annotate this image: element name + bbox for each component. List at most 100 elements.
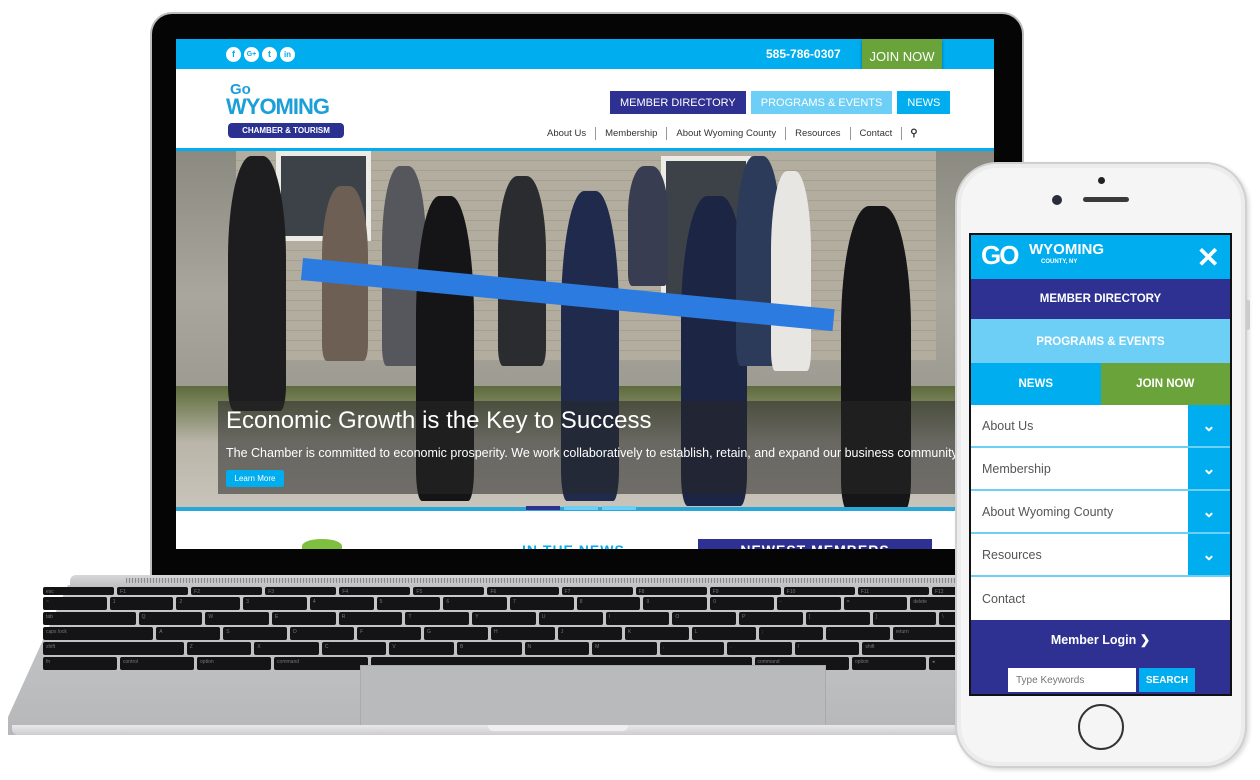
keyboard-key[interactable]: W bbox=[205, 612, 270, 625]
nav-contact[interactable]: Contact bbox=[851, 127, 903, 140]
keyboard-key[interactable]: 3 bbox=[243, 597, 307, 610]
keyboard-key[interactable]: B bbox=[456, 642, 522, 655]
keyboard-key[interactable]: - bbox=[776, 597, 841, 610]
nav-resources[interactable]: Resources bbox=[786, 127, 851, 140]
keyboard-key[interactable]: O bbox=[672, 612, 737, 625]
programs-events-button[interactable]: PROGRAMS & EVENTS bbox=[750, 91, 893, 114]
keyboard-key[interactable]: G bbox=[424, 627, 488, 640]
chevron-down-icon[interactable]: ⌄ bbox=[1188, 448, 1230, 489]
nav-about-us[interactable]: About Us bbox=[538, 127, 597, 140]
keyboard-key[interactable]: P bbox=[739, 612, 803, 625]
keyboard-key[interactable]: option bbox=[197, 657, 272, 670]
keyboard-key[interactable]: V bbox=[389, 642, 454, 655]
mobile-search-input[interactable] bbox=[1008, 668, 1136, 692]
mobile-logo-wyoming[interactable]: WYOMING bbox=[1029, 241, 1104, 258]
keyboard-key[interactable]: F bbox=[357, 627, 422, 640]
keyboard-key[interactable]: Y bbox=[472, 612, 536, 625]
keyboard-key[interactable]: U bbox=[538, 612, 603, 625]
keyboard-key[interactable]: F10 bbox=[783, 587, 855, 595]
keyboard-key[interactable]: esc bbox=[43, 587, 115, 595]
phone-number[interactable]: 585-786-0307 bbox=[766, 47, 841, 61]
slider-dot[interactable] bbox=[602, 506, 636, 510]
keyboard-key[interactable]: F8 bbox=[635, 587, 707, 595]
keyboard-key[interactable]: option bbox=[851, 657, 926, 670]
keyboard-key[interactable]: 2 bbox=[176, 597, 241, 610]
keyboard-key[interactable]: F5 bbox=[413, 587, 485, 595]
keyboard-key[interactable]: T bbox=[405, 612, 470, 625]
keyboard-key[interactable]: = bbox=[843, 597, 908, 610]
mobile-logo-go[interactable]: GO bbox=[981, 240, 1019, 271]
learn-more-button[interactable]: Learn More bbox=[226, 470, 284, 487]
keyboard-key[interactable]: L bbox=[691, 627, 756, 640]
keyboard-key[interactable]: Q bbox=[138, 612, 203, 625]
keyboard-key[interactable]: J bbox=[557, 627, 622, 640]
keyboard-key[interactable]: ] bbox=[872, 612, 937, 625]
chevron-down-icon[interactable]: ⌄ bbox=[1188, 491, 1230, 532]
keyboard-key[interactable]: [ bbox=[805, 612, 870, 625]
keyboard-key[interactable]: D bbox=[290, 627, 355, 640]
mobile-menu-item[interactable]: Contact bbox=[971, 577, 1230, 620]
keyboard-key[interactable]: 9 bbox=[643, 597, 708, 610]
mobile-menu-item[interactable]: Resources ⌄ bbox=[971, 534, 1230, 577]
google-plus-icon[interactable]: G+ bbox=[244, 46, 259, 62]
keyboard-key[interactable]: command bbox=[274, 657, 369, 670]
keyboard-key[interactable]: C bbox=[321, 642, 387, 655]
keyboard-key[interactable]: 1 bbox=[109, 597, 174, 610]
mobile-news-button[interactable]: NEWS bbox=[971, 363, 1101, 405]
keyboard-key[interactable]: ' bbox=[825, 627, 890, 640]
keyboard-key[interactable]: F9 bbox=[709, 587, 781, 595]
mobile-member-directory-button[interactable]: MEMBER DIRECTORY bbox=[971, 279, 1230, 321]
keyboard-key[interactable]: 5 bbox=[376, 597, 441, 610]
nav-about-wyoming-county[interactable]: About Wyoming County bbox=[667, 127, 787, 140]
keyboard-key[interactable]: 7 bbox=[510, 597, 574, 610]
keyboard-key[interactable]: tab bbox=[43, 612, 136, 625]
keyboard-key[interactable]: N bbox=[524, 642, 590, 655]
keyboard-key[interactable]: H bbox=[490, 627, 555, 640]
chevron-down-icon[interactable]: ⌄ bbox=[1188, 534, 1230, 575]
keyboard-key[interactable]: E bbox=[272, 612, 336, 625]
nav-membership[interactable]: Membership bbox=[596, 127, 668, 140]
keyboard-key[interactable]: fn bbox=[43, 657, 118, 670]
keyboard-key[interactable]: A bbox=[156, 627, 221, 640]
mobile-search-button[interactable]: SEARCH bbox=[1139, 668, 1195, 692]
slider-dot-active[interactable] bbox=[526, 506, 560, 510]
keyboard-key[interactable]: 6 bbox=[443, 597, 508, 610]
keyboard-key[interactable]: F4 bbox=[339, 587, 411, 595]
member-login-link[interactable]: Member Login ❯ bbox=[971, 632, 1230, 647]
mobile-menu-item[interactable]: About Us ⌄ bbox=[971, 405, 1230, 448]
mobile-programs-events-button[interactable]: PROGRAMS & EVENTS bbox=[971, 321, 1230, 363]
keyboard-key[interactable]: F3 bbox=[265, 587, 337, 595]
mobile-menu-item[interactable]: About Wyoming County ⌄ bbox=[971, 491, 1230, 534]
keyboard-key[interactable]: F7 bbox=[561, 587, 633, 595]
keyboard-key[interactable]: M bbox=[592, 642, 657, 655]
keyboard-key[interactable]: control bbox=[120, 657, 195, 670]
chevron-down-icon[interactable]: ⌄ bbox=[1188, 405, 1230, 446]
keyboard-key[interactable]: , bbox=[659, 642, 725, 655]
keyboard-key[interactable]: caps lock bbox=[43, 627, 154, 640]
keyboard-key[interactable]: shift bbox=[43, 642, 184, 655]
keyboard-key[interactable]: . bbox=[727, 642, 792, 655]
close-icon[interactable]: ✕ bbox=[1197, 241, 1220, 274]
keyboard-key[interactable]: F11 bbox=[857, 587, 929, 595]
mobile-join-now-button[interactable]: JOIN NOW bbox=[1100, 363, 1230, 405]
keyboard-key[interactable]: F6 bbox=[487, 587, 559, 595]
member-directory-button[interactable]: MEMBER DIRECTORY bbox=[610, 91, 746, 114]
keyboard-key[interactable]: 0 bbox=[710, 597, 774, 610]
keyboard-key[interactable]: K bbox=[624, 627, 689, 640]
keyboard-key[interactable]: R bbox=[338, 612, 403, 625]
home-button[interactable] bbox=[1078, 704, 1124, 750]
keyboard-key[interactable]: 4 bbox=[309, 597, 374, 610]
news-button[interactable]: NEWS bbox=[897, 91, 951, 114]
keyboard-key[interactable]: S bbox=[223, 627, 288, 640]
keyboard-key[interactable]: I bbox=[605, 612, 670, 625]
facebook-icon[interactable]: f bbox=[226, 46, 241, 62]
keyboard-key[interactable]: 8 bbox=[576, 597, 641, 610]
site-logo[interactable]: Go WYOMING CHAMBER & TOURISM bbox=[226, 81, 346, 139]
keyboard-key[interactable]: Z bbox=[186, 642, 252, 655]
join-now-button[interactable]: JOIN NOW bbox=[862, 39, 942, 73]
keyboard-key[interactable]: ; bbox=[758, 627, 823, 640]
keyboard-key[interactable]: F1 bbox=[117, 587, 189, 595]
keyboard-key[interactable]: X bbox=[254, 642, 319, 655]
keyboard-key[interactable]: ~ bbox=[43, 597, 107, 610]
mobile-menu-item[interactable]: Membership ⌄ bbox=[971, 448, 1230, 491]
